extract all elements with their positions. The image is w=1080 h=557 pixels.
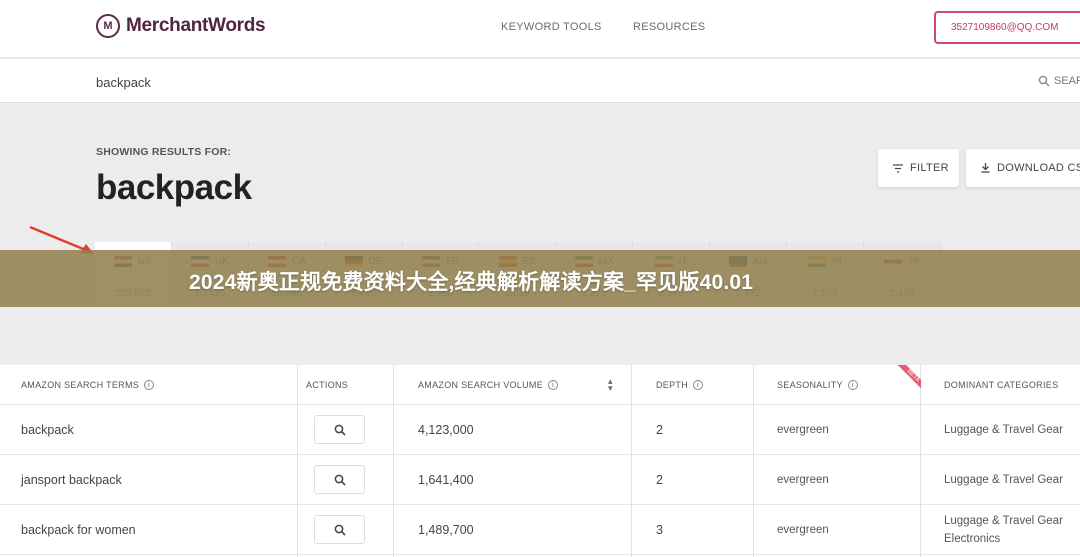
search-icon: [334, 524, 346, 536]
depth-cell: 3: [656, 523, 663, 537]
beta-badge: BETA: [889, 365, 921, 397]
download-icon: [981, 163, 990, 173]
search-volume-cell: 1,641,400: [418, 473, 474, 487]
nav-resources[interactable]: RESOURCES: [633, 21, 705, 33]
result-term-title: backpack: [96, 168, 252, 207]
info-icon[interactable]: i: [693, 380, 704, 390]
merchantwords-logo[interactable]: M MerchantWords: [96, 14, 266, 38]
search-bar: backpack SEAR: [0, 59, 1080, 103]
search-action-button[interactable]: [314, 465, 365, 494]
search-button[interactable]: SEAR: [1038, 75, 1080, 87]
table-row[interactable]: backpack 4,123,000 2 evergreen Luggage & Tra…: [0, 405, 1080, 455]
search-action-button[interactable]: [314, 515, 365, 544]
search-term-cell[interactable]: jansport backpack: [21, 455, 122, 505]
search-term-cell[interactable]: backpack for women: [21, 505, 136, 555]
search-term-cell[interactable]: backpack: [21, 405, 74, 455]
header-actions: ACTIONS: [306, 365, 348, 405]
search-input[interactable]: backpack: [96, 75, 151, 90]
banner-overlay: 2024新奥正规免费资料大全,经典解析解读方案_罕见版40.01: [0, 250, 1080, 307]
category-label: Luggage & Travel Gear: [944, 474, 1063, 486]
search-button-label: SEAR: [1054, 75, 1080, 87]
header-search-terms[interactable]: AMAZON SEARCH TERMS i: [21, 365, 155, 405]
filter-label: FILTER: [910, 162, 949, 174]
header-label: AMAZON SEARCH TERMS: [21, 380, 140, 390]
showing-results-label: SHOWING RESULTS FOR:: [96, 146, 232, 158]
header-seasonality[interactable]: SEASONALITY i: [777, 365, 858, 405]
table-row[interactable]: backpack for women 1,489,700 3 evergreen Lug…: [0, 505, 1080, 555]
logo-icon: M: [96, 14, 120, 38]
banner-text: 2024新奥正规免费资料大全,经典解析解读方案_罕见版40.01: [189, 271, 754, 294]
seasonality-cell: evergreen: [777, 524, 829, 536]
category-label: Luggage & Travel Gear: [944, 424, 1063, 436]
top-nav: M MerchantWords KEYWORD TOOLS RESOURCES …: [0, 0, 1080, 58]
search-icon: [334, 474, 346, 486]
nav-keyword-tools[interactable]: KEYWORD TOOLS: [501, 21, 602, 33]
filter-icon: [893, 163, 903, 173]
category-label: Luggage & Travel Gear: [944, 515, 1063, 527]
seasonality-cell: evergreen: [777, 474, 829, 486]
header-dominant-categories[interactable]: DOMINANT CATEGORIES: [944, 365, 1058, 405]
depth-cell: 2: [656, 423, 663, 437]
beta-label: BETA: [895, 365, 921, 394]
info-icon[interactable]: i: [144, 380, 155, 390]
category-label: Electronics: [944, 533, 1001, 545]
search-volume-cell: 4,123,000: [418, 423, 474, 437]
seasonality-cell: evergreen: [777, 424, 829, 436]
dominant-categories-cell: Luggage & Travel Gear: [944, 455, 1063, 505]
account-button[interactable]: 3527109860@QQ.COM: [934, 11, 1080, 44]
table-row[interactable]: jansport backpack 1,641,400 2 evergreen Lugg…: [0, 455, 1080, 505]
info-icon[interactable]: i: [847, 380, 858, 390]
dominant-categories-cell: Luggage & Travel Gear Electronics: [944, 505, 1063, 555]
info-icon[interactable]: i: [548, 380, 559, 390]
header-label: AMAZON SEARCH VOLUME: [418, 380, 544, 390]
filter-button[interactable]: FILTER: [878, 149, 959, 187]
download-csv-button[interactable]: DOWNLOAD CSV: [966, 149, 1080, 187]
header-depth[interactable]: DEPTH i: [656, 365, 704, 405]
header-label: ACTIONS: [306, 380, 349, 390]
header-label: DEPTH: [656, 380, 689, 390]
search-icon: [334, 424, 346, 436]
sort-icon[interactable]: ▴ ▾: [608, 377, 613, 393]
dominant-categories-cell: Luggage & Travel Gear: [944, 405, 1063, 455]
download-label: DOWNLOAD CSV: [997, 162, 1080, 174]
search-icon: [1038, 75, 1050, 87]
header-label: SEASONALITY: [777, 380, 843, 390]
header-label: DOMINANT CATEGORIES: [944, 380, 1059, 390]
header-search-volume[interactable]: AMAZON SEARCH VOLUME i ▴ ▾: [418, 365, 613, 405]
search-volume-cell: 1,489,700: [418, 523, 474, 537]
depth-cell: 2: [656, 473, 663, 487]
logo-text: MerchantWords: [126, 15, 266, 36]
search-action-button[interactable]: [314, 415, 365, 444]
